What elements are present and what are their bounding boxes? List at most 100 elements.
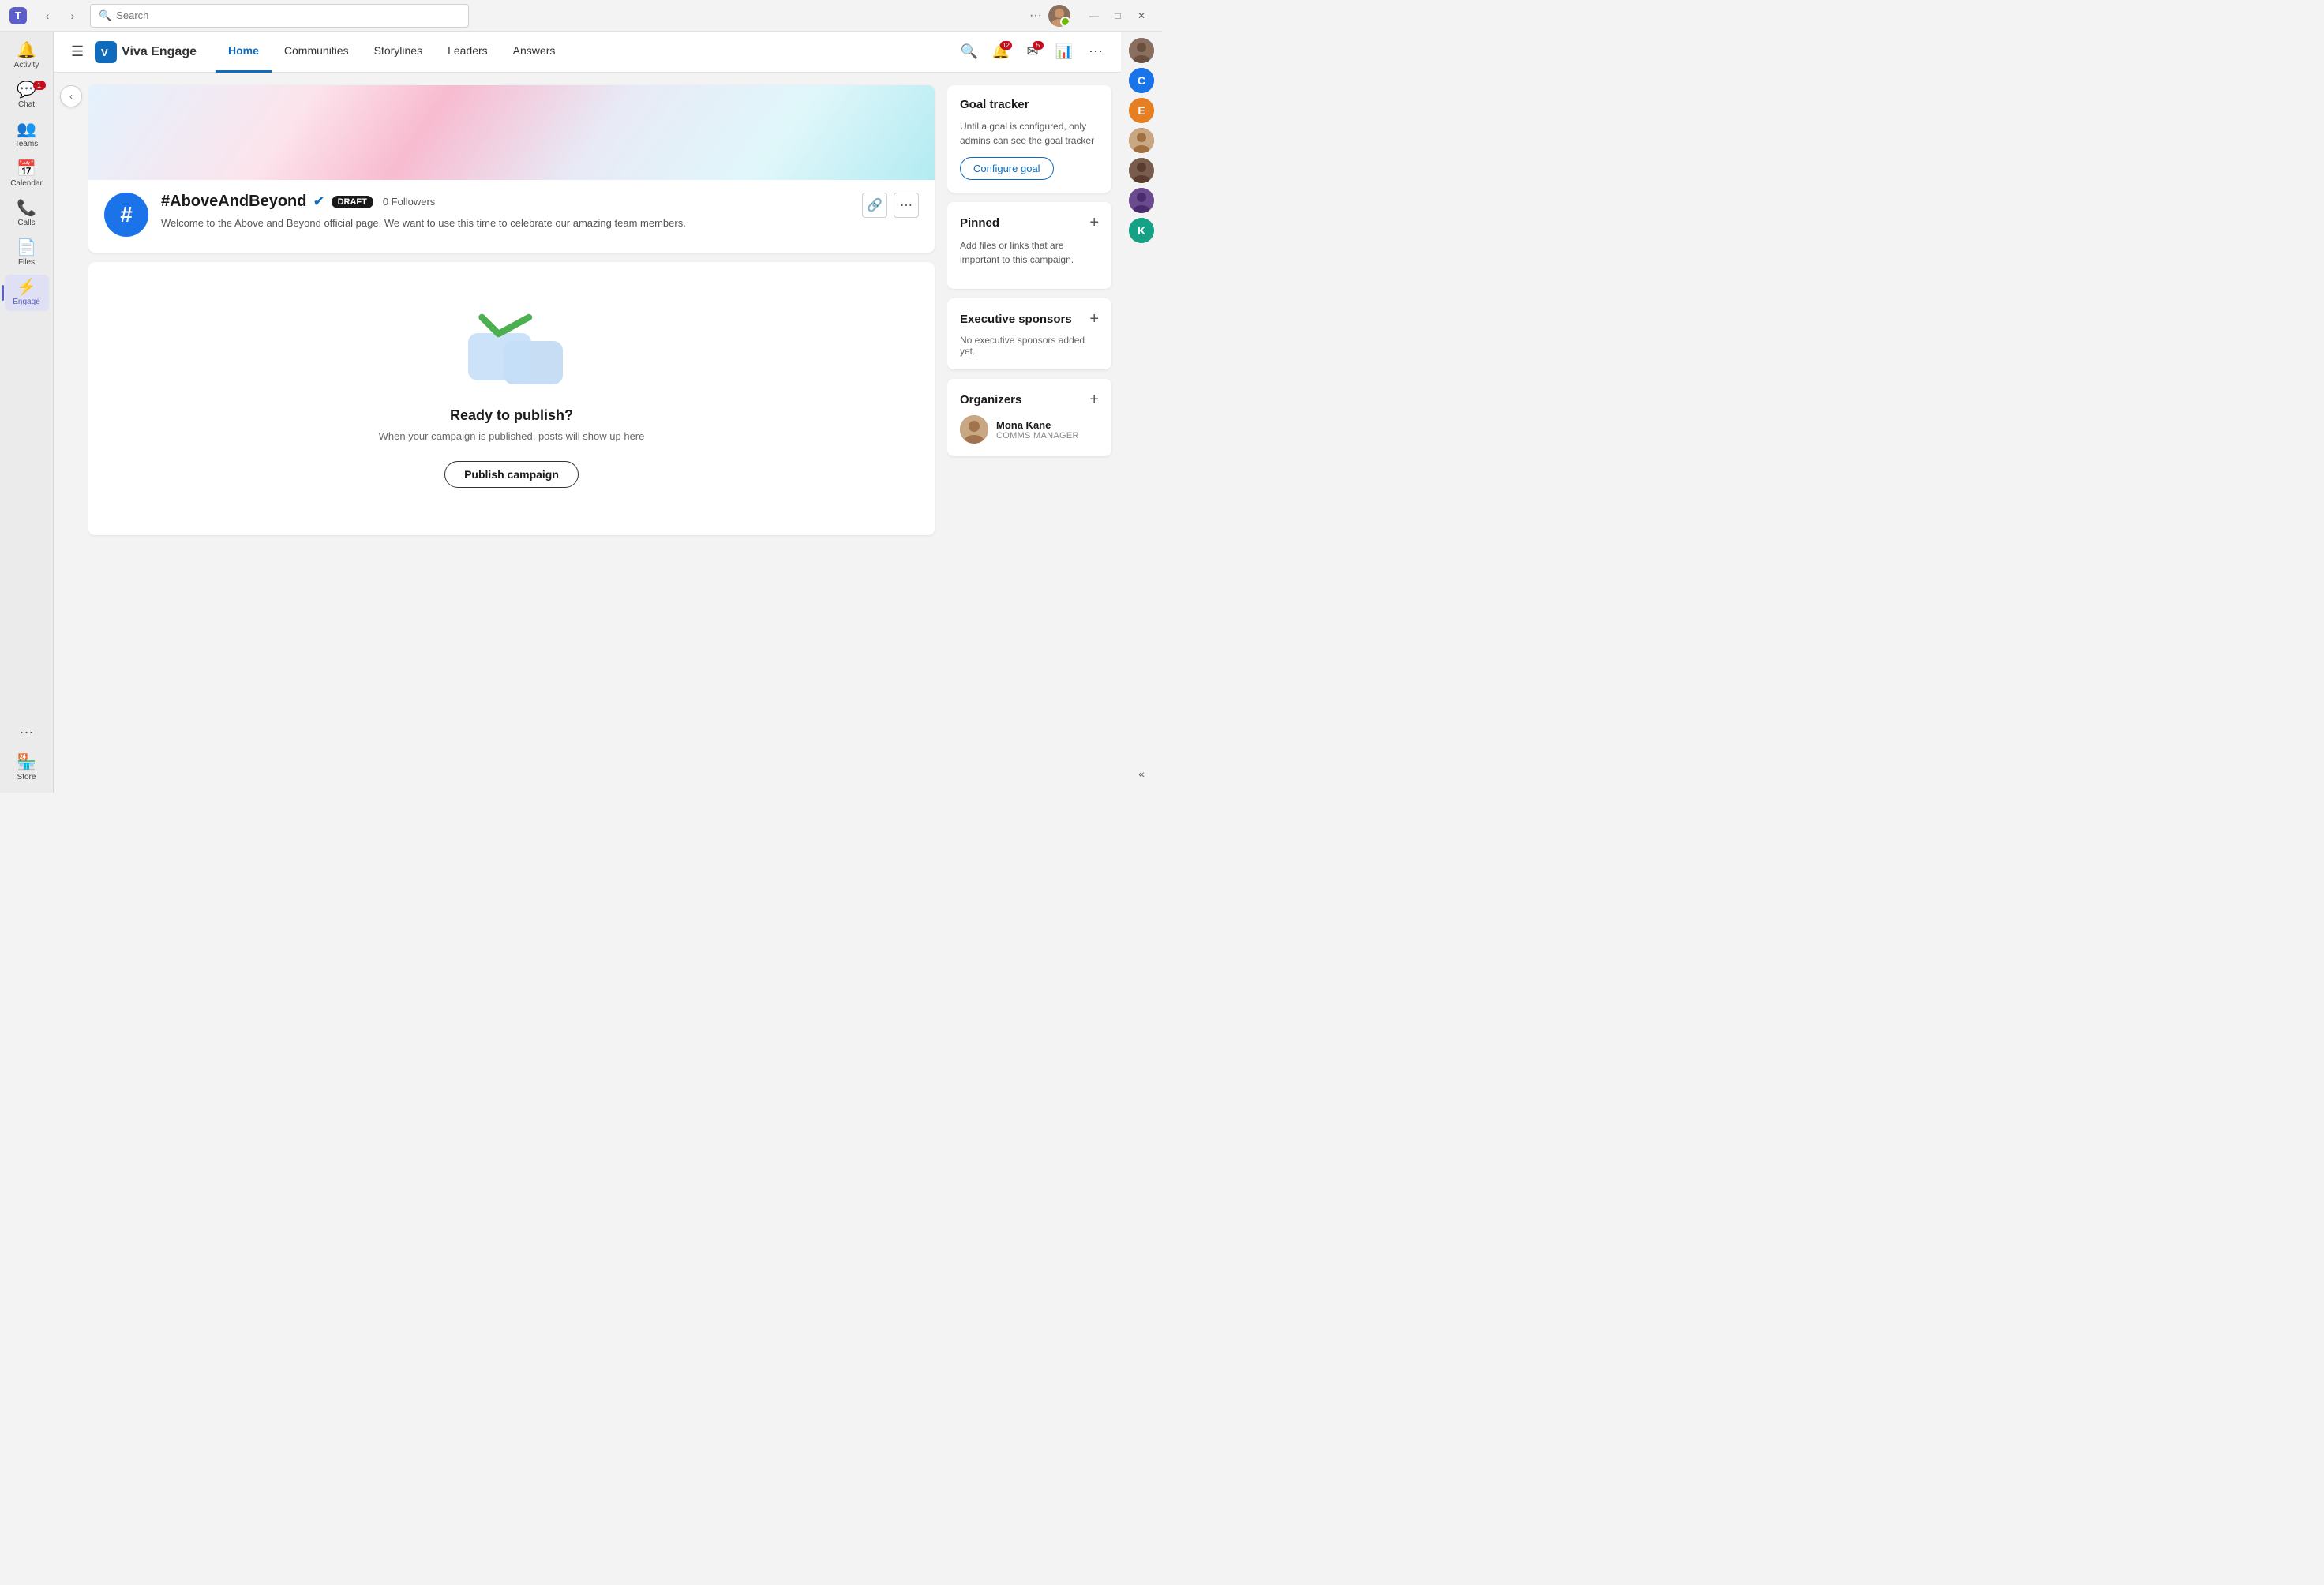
notifications-button[interactable]: 🔔 12 <box>988 39 1014 65</box>
teams-icon: 👥 <box>17 122 36 137</box>
right-panel-avatar-2[interactable]: C <box>1129 68 1154 93</box>
window-controls: — □ ✕ <box>1083 5 1153 27</box>
right-panel-avatar-7[interactable]: K <box>1129 218 1154 243</box>
title-bar: T ‹ › 🔍 ··· — □ ✕ <box>0 0 1162 32</box>
sidebar-item-label: Calendar <box>10 179 43 188</box>
top-nav-links: Home Communities Storylines Leaders Answ… <box>216 32 568 73</box>
configure-goal-button[interactable]: Configure goal <box>960 157 1054 180</box>
exec-sponsors-card: Executive sponsors + No executive sponso… <box>947 298 1111 369</box>
campaign-title-row: #AboveAndBeyond ✔ DRAFT 0 Followers <box>161 193 849 211</box>
close-button[interactable]: ✕ <box>1130 5 1153 27</box>
right-panel: C E <box>1121 32 1162 792</box>
right-panel-avatar-6[interactable] <box>1129 188 1154 213</box>
pinned-title: Pinned <box>960 216 999 230</box>
sidebar-item-label: Calls <box>17 219 35 227</box>
title-bar-right: ··· — □ ✕ <box>1029 5 1153 27</box>
svg-text:V: V <box>101 47 108 58</box>
sidebar-item-teams[interactable]: 👥 Teams <box>5 117 49 153</box>
pinned-add-button[interactable]: + <box>1089 215 1099 230</box>
organizer-avatar <box>960 415 988 444</box>
sidebar-item-label: Store <box>17 773 36 781</box>
exec-sponsors-add-button[interactable]: + <box>1089 311 1099 327</box>
more-options-button[interactable]: ⋯ <box>894 193 919 218</box>
publish-campaign-button[interactable]: Publish campaign <box>444 461 579 488</box>
goal-tracker-title: Goal tracker <box>960 98 1029 111</box>
user-avatar[interactable] <box>1048 5 1070 27</box>
link-button[interactable]: 🔗 <box>862 193 887 218</box>
nav-link-leaders[interactable]: Leaders <box>435 32 500 73</box>
organizer-name: Mona Kane <box>996 419 1079 431</box>
goal-tracker-desc: Until a goal is configured, only admins … <box>960 119 1099 148</box>
publish-illustration <box>464 309 559 388</box>
files-icon: 📄 <box>17 240 36 256</box>
campaign-header-card: # #AboveAndBeyond ✔ DRAFT 0 Followers We… <box>88 85 935 253</box>
activity-icon: 🔔 <box>17 43 36 58</box>
sidebar-item-files[interactable]: 📄 Files <box>5 235 49 272</box>
goal-tracker-header: Goal tracker <box>960 98 1099 111</box>
engage-logo: V Viva Engage <box>95 41 197 63</box>
right-panel-avatar-4[interactable] <box>1129 128 1154 153</box>
teams-logo: T <box>9 7 27 24</box>
campaign-avatar: # <box>104 193 148 237</box>
campaign-details: #AboveAndBeyond ✔ DRAFT 0 Followers Welc… <box>161 193 849 231</box>
pinned-header: Pinned + <box>960 215 1099 230</box>
search-input[interactable] <box>116 9 460 21</box>
publish-card: Ready to publish? When your campaign is … <box>88 262 935 535</box>
maximize-button[interactable]: □ <box>1107 5 1129 27</box>
sidebar-item-label: Engage <box>13 298 39 306</box>
top-nav-right: 🔍 🔔 12 ✉ 5 📊 ⋯ <box>957 39 1108 65</box>
right-panel-avatar-5[interactable] <box>1129 158 1154 183</box>
draft-badge: DRAFT <box>332 196 373 208</box>
engage-logo-text: Viva Engage <box>122 45 197 59</box>
nav-link-answers[interactable]: Answers <box>500 32 568 73</box>
sidebar-item-label: Chat <box>18 100 35 109</box>
nav-link-home[interactable]: Home <box>216 32 272 73</box>
message-badge: 5 <box>1033 41 1044 50</box>
minimize-button[interactable]: — <box>1083 5 1105 27</box>
sidebar-item-engage[interactable]: ⚡ Engage <box>5 275 49 311</box>
sidebar-item-store[interactable]: 🏪 Store <box>5 750 49 786</box>
collapse-container: ‹ <box>54 73 88 792</box>
collapse-button[interactable]: ‹ <box>60 85 82 107</box>
publish-description: When your campaign is published, posts w… <box>379 430 645 442</box>
back-button[interactable]: ‹ <box>36 5 58 27</box>
more-button[interactable]: ⋯ <box>1083 39 1108 65</box>
nav-buttons: ‹ › <box>36 5 84 27</box>
sidebar-item-chat[interactable]: 1 💬 Chat <box>5 77 49 114</box>
messages-button[interactable]: ✉ 5 <box>1020 39 1045 65</box>
goal-tracker-card: Goal tracker Until a goal is configured,… <box>947 85 1111 193</box>
main-content: # #AboveAndBeyond ✔ DRAFT 0 Followers We… <box>88 73 947 792</box>
right-panel-avatar-1[interactable] <box>1129 38 1154 63</box>
verified-icon: ✔ <box>313 193 324 210</box>
search-bar[interactable]: 🔍 <box>90 4 469 28</box>
sidebar-item-activity[interactable]: 🔔 Activity <box>5 38 49 74</box>
hamburger-button[interactable]: ☰ <box>66 39 88 65</box>
engage-logo-icon: V <box>95 41 117 63</box>
organizers-title: Organizers <box>960 393 1021 407</box>
campaign-info: # #AboveAndBeyond ✔ DRAFT 0 Followers We… <box>88 180 935 253</box>
right-sidebar: Goal tracker Until a goal is configured,… <box>947 73 1121 792</box>
engage-icon: ⚡ <box>17 279 36 295</box>
sidebar-item-calls[interactable]: 📞 Calls <box>5 196 49 232</box>
exec-sponsors-title: Executive sponsors <box>960 313 1072 326</box>
nav-link-communities[interactable]: Communities <box>272 32 362 73</box>
left-sidebar: 🔔 Activity 1 💬 Chat 👥 Teams 📅 Calendar 📞… <box>0 32 54 792</box>
campaign-banner <box>88 85 935 180</box>
right-panel-avatar-3[interactable]: E <box>1129 98 1154 123</box>
exec-sponsors-header: Executive sponsors + <box>960 311 1099 327</box>
analytics-button[interactable]: 📊 <box>1051 39 1077 65</box>
forward-button[interactable]: › <box>62 5 84 27</box>
search-button[interactable]: 🔍 <box>957 39 982 65</box>
more-apps-button[interactable]: ··· <box>13 718 40 747</box>
sidebar-item-calendar[interactable]: 📅 Calendar <box>5 156 49 193</box>
chat-badge: 1 <box>33 81 46 90</box>
organizers-add-button[interactable]: + <box>1089 392 1099 407</box>
engage-container: ☰ V Viva Engage Home Communities Storyli… <box>54 32 1121 792</box>
top-nav: ☰ V Viva Engage Home Communities Storyli… <box>54 32 1121 73</box>
more-options[interactable]: ··· <box>1029 9 1042 23</box>
right-panel-collapse-button[interactable]: « <box>1132 761 1151 786</box>
nav-link-storylines[interactable]: Storylines <box>362 32 435 73</box>
calls-icon: 📞 <box>17 200 36 216</box>
notification-badge: 12 <box>1000 41 1012 50</box>
svg-text:K: K <box>1138 224 1145 237</box>
